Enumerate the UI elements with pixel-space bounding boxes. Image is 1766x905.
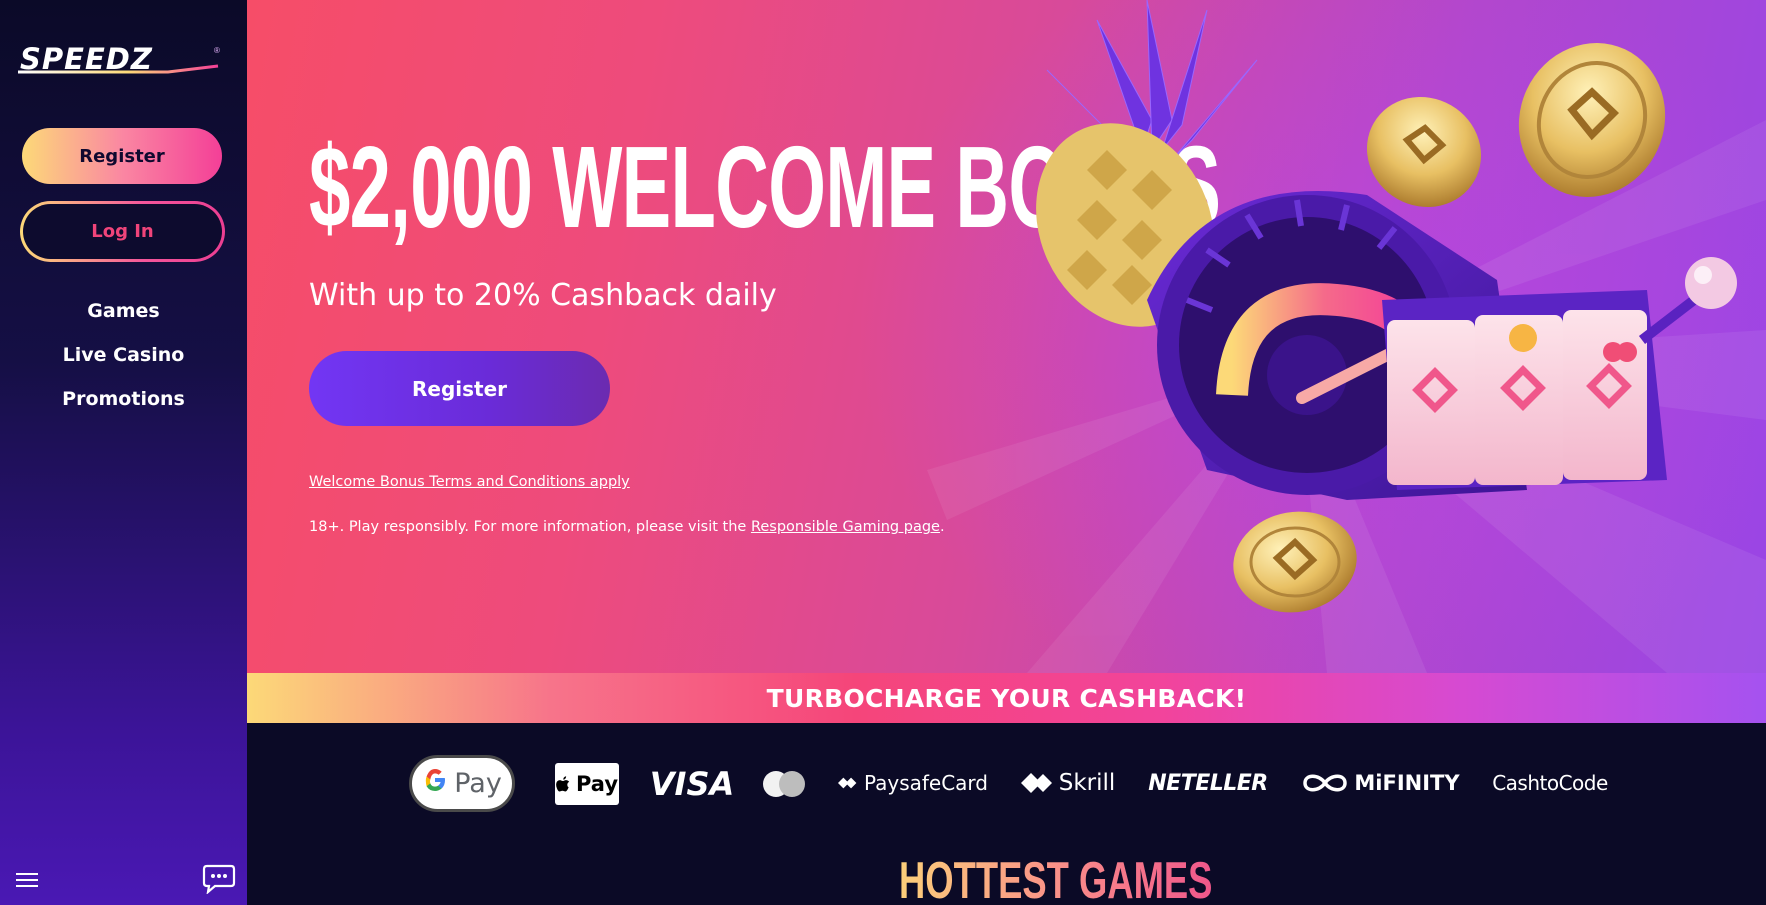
google-pay-logo: Pay bbox=[409, 755, 515, 812]
hottest-games-section: HOTTEST GAMES bbox=[247, 843, 1766, 905]
sidebar-login-button[interactable]: Log In bbox=[20, 201, 225, 262]
login-button-label: Log In bbox=[23, 204, 222, 259]
hero-banner: $2,000 WELCOME BONUS With up to 20% Cash… bbox=[247, 0, 1766, 673]
sidebar-register-button[interactable]: Register bbox=[22, 128, 222, 184]
google-pay-text: Pay bbox=[454, 768, 502, 799]
skrill-diamond-icon bbox=[1020, 773, 1052, 793]
apple-icon bbox=[556, 775, 570, 791]
nav-item-live-casino[interactable]: Live Casino bbox=[0, 340, 247, 384]
logo-swoosh-icon bbox=[18, 64, 219, 74]
speedz-logo[interactable]: SPEEDZ ® bbox=[18, 42, 224, 76]
nav-item-promotions[interactable]: Promotions bbox=[0, 384, 247, 428]
chat-bubble-icon[interactable] bbox=[202, 864, 236, 894]
payment-methods: Pay Pay VISA PaysafeCard Skrill NETELLER… bbox=[247, 723, 1766, 843]
skrill-logo: Skrill bbox=[1020, 765, 1116, 801]
google-g-icon bbox=[422, 767, 448, 800]
sidebar-nav: Games Live Casino Promotions bbox=[0, 296, 247, 428]
cashback-banner[interactable]: TURBOCHARGE YOUR CASHBACK! bbox=[247, 673, 1766, 723]
registered-mark: ® bbox=[214, 46, 220, 55]
coin-bottom bbox=[1233, 511, 1357, 613]
skrill-text: Skrill bbox=[1058, 770, 1116, 796]
neteller-logo: NETELLER bbox=[1148, 770, 1268, 796]
mastercard-circles-icon bbox=[763, 771, 805, 797]
cashtocode-logo: CashtoCode bbox=[1492, 771, 1608, 795]
sidebar: SPEEDZ ® Register Log In Games Live Casi… bbox=[0, 0, 247, 905]
mifinity-text: MiFINITY bbox=[1354, 771, 1460, 795]
nav-item-games[interactable]: Games bbox=[0, 296, 247, 340]
coin-top-right bbox=[1518, 43, 1666, 197]
hamburger-menu-icon[interactable] bbox=[16, 870, 38, 890]
paysafecard-logo: PaysafeCard bbox=[838, 767, 988, 799]
infinity-icon bbox=[1303, 774, 1348, 792]
visa-logo: VISA bbox=[649, 765, 735, 803]
apple-pay-text: Pay bbox=[575, 772, 619, 796]
slot-machine-illustration bbox=[1036, 0, 1737, 613]
section-title: HOTTEST GAMES bbox=[899, 853, 1212, 905]
paysafecard-icon bbox=[838, 777, 857, 789]
paysafecard-text: PaysafeCard bbox=[863, 771, 988, 795]
apple-pay-logo: Pay bbox=[555, 763, 619, 805]
cashback-banner-text: TURBOCHARGE YOUR CASHBACK! bbox=[766, 683, 1247, 713]
mastercard-logo bbox=[761, 769, 807, 799]
mifinity-logo: MiFINITY bbox=[1300, 765, 1462, 801]
